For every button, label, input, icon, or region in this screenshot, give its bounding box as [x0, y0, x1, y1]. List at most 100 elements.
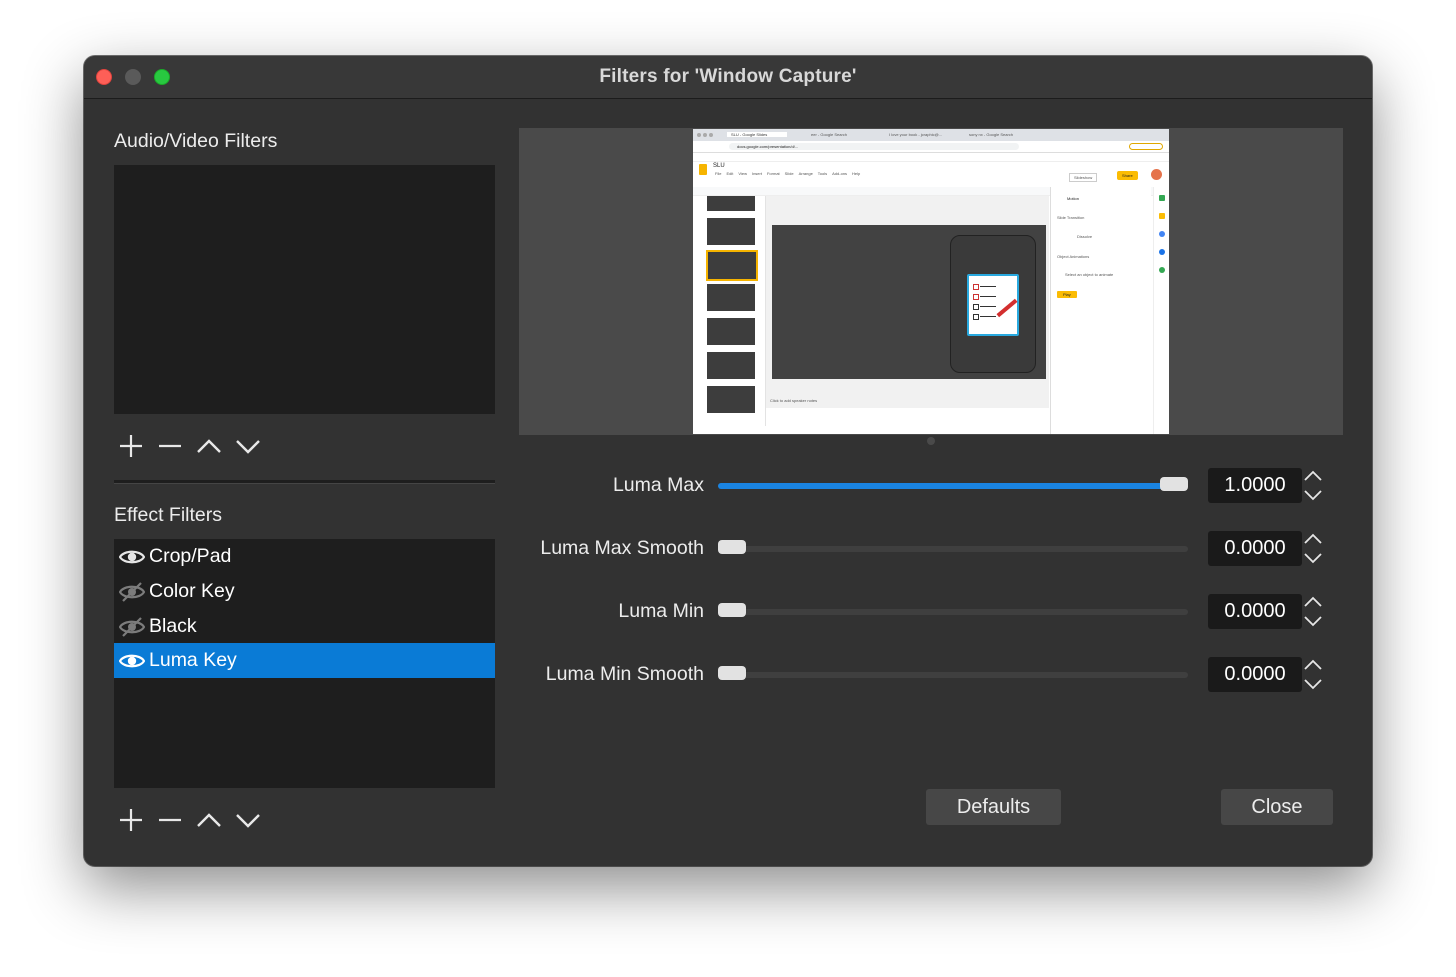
menu-item: Tools — [817, 171, 828, 176]
remove-icon — [158, 444, 181, 448]
filter-item-label: Luma Key — [149, 649, 237, 671]
chevron-up-icon[interactable] — [1302, 657, 1324, 673]
effect-filters-list[interactable]: Crop/Pad Color Key Black Luma Key — [114, 539, 495, 788]
chevron-down-icon[interactable] — [1302, 487, 1324, 503]
chevron-up-icon[interactable] — [1302, 594, 1324, 610]
current-slide — [772, 225, 1046, 379]
browser-tab: I love your book - jcraphic@... — [889, 132, 942, 137]
side-apps-bar — [1153, 187, 1169, 434]
panel-row: Select an object to animate — [1065, 272, 1114, 277]
audio-video-filters-label: Audio/Video Filters — [114, 130, 278, 152]
remove-audio-filter-button[interactable] — [150, 431, 189, 461]
luma-min-smooth-value-input[interactable]: 0.0000 — [1208, 657, 1302, 692]
audio-video-filters-list[interactable] — [114, 165, 495, 414]
slides-menu-bar: File Edit View Insert Format Slide Arran… — [715, 171, 860, 176]
slideshow-button: Slideshow — [1069, 173, 1098, 182]
luma-min-stepper[interactable] — [1300, 594, 1326, 629]
filter-item-black[interactable]: Black — [114, 609, 495, 644]
panel-title: Motion — [1067, 196, 1080, 201]
menu-item: Slide — [784, 171, 794, 176]
add-effect-filter-button[interactable] — [111, 805, 150, 835]
panel-row: Dissolve — [1077, 234, 1093, 239]
menu-item: Arrange — [798, 171, 813, 176]
filter-item-crop-pad[interactable]: Crop/Pad — [114, 539, 495, 574]
chevron-up-icon[interactable] — [1302, 531, 1324, 547]
luma-max-smooth-value-input[interactable]: 0.0000 — [1208, 531, 1302, 566]
doc-title: SLU — [713, 163, 725, 169]
luma-min-value-input[interactable]: 0.0000 — [1208, 594, 1302, 629]
menu-item: Add-ons — [832, 171, 848, 176]
slider-handle[interactable] — [1160, 477, 1188, 491]
eye-slash-icon[interactable] — [118, 581, 146, 602]
slider-handle[interactable] — [718, 540, 746, 554]
remove-icon — [158, 818, 181, 822]
speaker-notes: Click to add speaker notes — [770, 398, 818, 403]
remove-effect-filter-button[interactable] — [150, 805, 189, 835]
add-icon — [119, 809, 142, 831]
motion-panel: Motion Slide Transition Dissolve Object … — [1050, 187, 1151, 434]
menu-item: Format — [766, 171, 780, 176]
effect-toolbar — [111, 805, 267, 835]
luma-min-smooth-label: Luma Min Smooth — [545, 663, 704, 685]
chevron-down-icon[interactable] — [1302, 550, 1324, 566]
browser-tab-strip: SLU - Google Slides eer - Google Search … — [693, 129, 1169, 141]
luma-max-stepper[interactable] — [1300, 468, 1326, 503]
move-down-effect-filter-button[interactable] — [228, 805, 267, 835]
move-up-effect-filter-button[interactable] — [189, 805, 228, 835]
slider-handle[interactable] — [718, 666, 746, 680]
move-down-icon — [235, 814, 260, 828]
slider-handle[interactable] — [718, 603, 746, 617]
filter-item-luma-key[interactable]: Luma Key — [114, 643, 495, 678]
slider-fill — [718, 483, 1174, 489]
browser-tab: eer - Google Search — [811, 132, 848, 137]
panel-row: Slide Transition — [1057, 215, 1085, 220]
filter-item-color-key[interactable]: Color Key — [114, 574, 495, 609]
filter-item-label: Crop/Pad — [149, 545, 232, 567]
title-bar: Filters for 'Window Capture' — [84, 56, 1372, 99]
window-title: Filters for 'Window Capture' — [599, 66, 857, 87]
chevron-down-icon[interactable] — [1302, 676, 1324, 692]
filters-window: Filters for 'Window Capture' Audio/Video… — [84, 56, 1372, 866]
move-down-icon — [235, 440, 260, 454]
effect-filters-label: Effect Filters — [114, 504, 223, 526]
luma-max-smooth-slider[interactable] — [718, 540, 1188, 554]
luma-max-value-input[interactable]: 1.0000 — [1208, 468, 1302, 503]
play-button: Play — [1057, 291, 1077, 298]
add-icon — [119, 435, 142, 457]
luma-min-label: Luma Min — [618, 600, 704, 622]
add-audio-filter-button[interactable] — [111, 431, 150, 461]
defaults-button[interactable]: Defaults — [926, 789, 1061, 825]
menu-item: Help — [852, 171, 861, 176]
luma-min-smooth-slider[interactable] — [718, 666, 1188, 680]
slides-logo-icon — [699, 164, 707, 175]
filter-item-label: Color Key — [149, 580, 235, 602]
move-up-audio-filter-button[interactable] — [189, 431, 228, 461]
share-button: Share — [1117, 171, 1138, 180]
slide-filmstrip — [693, 196, 766, 426]
phone-graphic — [950, 235, 1036, 373]
eye-icon[interactable] — [118, 651, 146, 671]
menu-item: View — [738, 171, 747, 176]
luma-max-smooth-stepper[interactable] — [1300, 531, 1326, 566]
move-down-audio-filter-button[interactable] — [228, 431, 267, 461]
menu-item: File — [715, 171, 722, 176]
luma-min-smooth-stepper[interactable] — [1300, 657, 1326, 692]
luma-max-slider[interactable] — [718, 477, 1188, 491]
eye-slash-icon[interactable] — [118, 616, 146, 637]
slide-canvas: Click to add speaker notes — [766, 196, 1049, 408]
chevron-down-icon[interactable] — [1302, 613, 1324, 629]
section-divider — [114, 480, 495, 484]
preview-resize-handle[interactable] — [927, 437, 935, 445]
checklist-icon — [967, 274, 1019, 336]
eye-icon[interactable] — [118, 547, 146, 567]
chevron-up-icon[interactable] — [1302, 468, 1324, 484]
browser-url: docs.google.com/presentation/d/... — [737, 144, 799, 149]
move-up-icon — [196, 813, 221, 827]
browser-tab: sony nx - Google Search — [969, 132, 1014, 137]
audio-video-toolbar — [111, 431, 267, 461]
source-preview[interactable]: SLU - Google Slides eer - Google Search … — [519, 128, 1343, 435]
close-button[interactable]: Close — [1221, 789, 1333, 825]
move-up-icon — [196, 439, 221, 453]
luma-min-slider[interactable] — [718, 603, 1188, 617]
bookmarks-bar — [693, 153, 1169, 162]
